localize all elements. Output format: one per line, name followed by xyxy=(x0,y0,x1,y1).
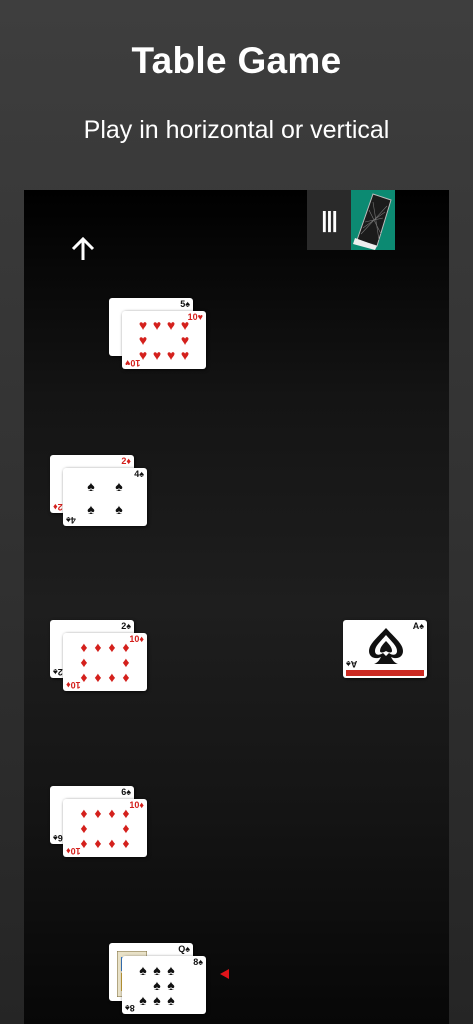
pip-spade: ♠ xyxy=(87,500,95,517)
pip-spade: ♠ xyxy=(167,961,175,978)
card-suit: ♠ xyxy=(66,515,71,525)
card-rank: A xyxy=(350,659,358,669)
card-suit: ♦ xyxy=(139,800,144,810)
pip-diamond: ♦ xyxy=(80,804,88,821)
pip-heart: ♥ xyxy=(180,347,190,364)
card-suit: ♠ xyxy=(126,621,131,631)
pip-diamond: ♦ xyxy=(94,638,102,655)
card-8-spades[interactable]: 8♠ 8♠ ♠ ♠ ♠ ♠ ♠ ♠ ♠ ♠ xyxy=(122,956,206,1014)
card-suit: ♦ xyxy=(126,456,131,466)
card-suit: ♦ xyxy=(66,846,71,856)
pip-diamond: ♦ xyxy=(108,638,116,655)
pip-heart: ♥ xyxy=(166,347,176,364)
pip-diamond: ♦ xyxy=(122,669,130,686)
pip-spade: ♠ xyxy=(153,976,161,993)
card-10-diamonds[interactable]: 10♦ 10♦ ♦ ♦ ♦ ♦ ♦ ♦ ♦ ♦ ♦ ♦ xyxy=(63,799,147,857)
draw-deck[interactable] xyxy=(351,190,395,250)
pip-heart: ♥ xyxy=(180,331,190,348)
pip-heart: ♥ xyxy=(166,316,176,333)
card-suit: ♠ xyxy=(125,1003,130,1013)
card-suit: ♦ xyxy=(53,502,58,512)
card-suit: ♦ xyxy=(139,634,144,644)
card-deck-icon xyxy=(353,193,392,250)
card-suit: ♠ xyxy=(53,833,58,843)
pip-spade: ♠ xyxy=(87,477,95,494)
card-rank: 4 xyxy=(70,515,76,525)
pip-diamond: ♦ xyxy=(122,835,130,852)
pip-heart: ♥ xyxy=(152,316,162,333)
page-subtitle: Play in horizontal or vertical xyxy=(83,116,390,144)
card-suit: ♠ xyxy=(185,299,190,309)
pip-heart: ♥ xyxy=(138,331,148,348)
pip-diamond: ♦ xyxy=(80,653,88,670)
pip-diamond: ♦ xyxy=(80,638,88,655)
pip-diamond: ♦ xyxy=(122,819,130,836)
card-suit: ♠ xyxy=(139,469,144,479)
card-suit: ♠ xyxy=(185,944,190,954)
pip-heart: ♥ xyxy=(138,316,148,333)
menu-button[interactable]: ||| xyxy=(307,190,351,250)
pip-diamond: ♦ xyxy=(80,819,88,836)
card-suit: ♠ xyxy=(53,667,58,677)
card-accent-bar xyxy=(346,670,424,676)
pip-spade: ♠ xyxy=(153,992,161,1009)
pip-spade: ♠ xyxy=(167,992,175,1009)
card-rank: 2 xyxy=(57,502,63,512)
pip-diamond: ♦ xyxy=(80,835,88,852)
pip-diamond: ♦ xyxy=(122,653,130,670)
pip-heart: ♥ xyxy=(152,347,162,364)
pip-diamond: ♦ xyxy=(108,835,116,852)
page-title: Table Game xyxy=(131,40,342,81)
up-arrow-icon xyxy=(71,236,95,260)
card-suit: ♠ xyxy=(198,957,203,967)
pip-spade: ♠ xyxy=(115,477,123,494)
card-rank: 8 xyxy=(129,1003,135,1013)
turn-indicator-icon xyxy=(220,969,229,979)
pip-diamond: ♦ xyxy=(94,669,102,686)
pip-spade: ♠ xyxy=(115,500,123,517)
card-suit: ♥ xyxy=(125,358,131,368)
back-button[interactable] xyxy=(70,236,96,267)
ace-spade-emblem-icon xyxy=(369,628,403,664)
card-4-spades[interactable]: 4♠ 4♠ ♠ ♠ ♠ ♠ xyxy=(63,468,147,526)
card-suit: ♠ xyxy=(419,621,424,631)
pip-diamond: ♦ xyxy=(80,669,88,686)
card-10-hearts[interactable]: 10♥ 10♥ ♥ ♥ ♥ ♥ ♥ ♥ ♥ ♥ ♥ ♥ xyxy=(122,311,206,369)
pip-spade: ♠ xyxy=(167,976,175,993)
card-suit: ♥ xyxy=(197,312,203,322)
pip-diamond: ♦ xyxy=(122,804,130,821)
pip-diamond: ♦ xyxy=(122,638,130,655)
pip-diamond: ♦ xyxy=(108,804,116,821)
game-table: ||| 5♠ 10♥ 10♥ ♥ ♥ ♥ ♥ ♥ ♥ ♥ ♥ ♥ ♥ 2♦ 2♦… xyxy=(24,190,449,1024)
pip-diamond: ♦ xyxy=(94,835,102,852)
card-suit: ♦ xyxy=(66,680,71,690)
card-suit: ♠ xyxy=(346,659,351,669)
pip-spade: ♠ xyxy=(139,992,147,1009)
menu-icon: ||| xyxy=(321,207,338,232)
pip-heart: ♥ xyxy=(180,316,190,333)
pip-heart: ♥ xyxy=(138,347,148,364)
pip-spade: ♠ xyxy=(153,961,161,978)
pip-spade: ♠ xyxy=(139,961,147,978)
card-suit: ♠ xyxy=(126,787,131,797)
card-ace-spades[interactable]: A♠ A♠ xyxy=(343,620,427,678)
pip-diamond: ♦ xyxy=(108,669,116,686)
pip-diamond: ♦ xyxy=(94,804,102,821)
card-10-diamonds[interactable]: 10♦ 10♦ ♦ ♦ ♦ ♦ ♦ ♦ ♦ ♦ ♦ ♦ xyxy=(63,633,147,691)
